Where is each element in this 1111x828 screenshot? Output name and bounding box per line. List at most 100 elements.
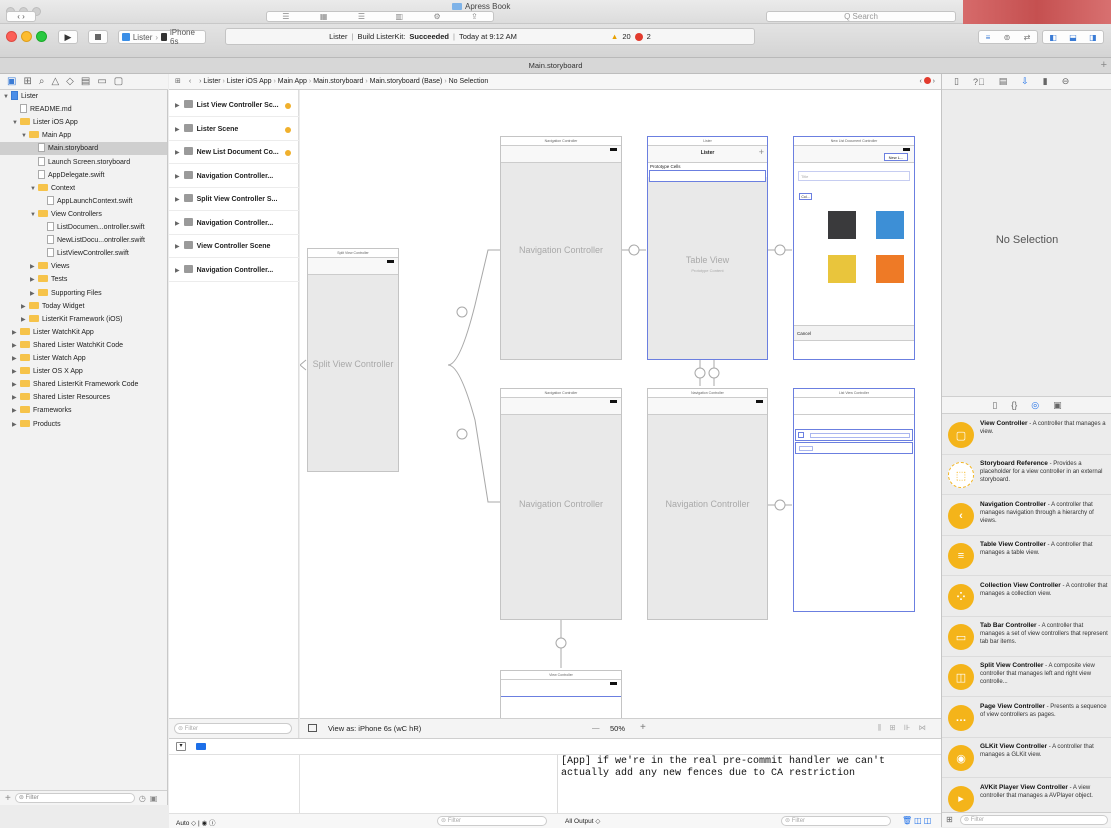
library-item[interactable]: ⬚ Storyboard Reference - Provides a place… xyxy=(942,455,1111,496)
library-item[interactable]: ▢ View Controller - A controller that man… xyxy=(942,415,1111,455)
file-tree-item[interactable]: ▼ Lister iOS App xyxy=(0,116,167,129)
library-item[interactable]: ‹ Navigation Controller - A controller th… xyxy=(942,495,1111,536)
outline-toggle-icon[interactable] xyxy=(308,724,317,732)
source-control-filter-icon[interactable]: ▣ xyxy=(150,794,158,803)
column-view-icon[interactable]: ▥ xyxy=(395,12,403,21)
file-tree-item[interactable]: ▶ Today Widget xyxy=(0,300,167,313)
library-item[interactable]: ◉ GLKit View Controller - A controller th… xyxy=(942,738,1111,779)
file-tree-item[interactable]: NewListDocu...ontroller.swift xyxy=(0,234,167,247)
outline-scene-item[interactable]: ▶ Lister Scene xyxy=(169,119,299,141)
warning-icon[interactable]: ▲ xyxy=(611,32,618,41)
file-tree-item[interactable]: README.md xyxy=(0,103,167,116)
gear-icon[interactable]: ⚙ xyxy=(433,12,440,21)
list-view-icon[interactable]: ☰ xyxy=(358,12,365,21)
find-navigator-icon[interactable]: ⌕ xyxy=(39,76,45,87)
all-output-selector[interactable]: All Output ◇ xyxy=(565,817,600,825)
disclosure-closed-icon[interactable]: ▶ xyxy=(175,103,180,109)
breadcrumb-item[interactable]: No Selection xyxy=(449,78,489,85)
navigation-controller-scene-middle[interactable]: Navigation Controller Navigation Control… xyxy=(500,388,622,620)
file-tree-item[interactable]: ▼ Lister xyxy=(0,90,167,103)
file-tree-item[interactable]: ▶ ListerKit Framework (iOS) xyxy=(0,313,167,326)
file-tree-item[interactable]: ▶ Supporting Files xyxy=(0,287,167,300)
zoom-in-button[interactable]: + xyxy=(640,722,646,733)
disclosure-closed-icon[interactable]: ▶ xyxy=(175,174,180,180)
file-tree-item[interactable]: AppLaunchContext.swift xyxy=(0,195,167,208)
disclosure-closed-icon[interactable]: ▶ xyxy=(175,127,180,133)
debug-navigator-icon[interactable]: ▤ xyxy=(81,76,90,87)
library-item[interactable]: ≡ Table View Controller - A controller th… xyxy=(942,536,1111,577)
library-item[interactable]: ▭ Tab Bar Controller - A controller that … xyxy=(942,617,1111,657)
panel-toggle-buttons[interactable]: ◧ ⬓ ◨ xyxy=(1042,30,1104,44)
outline-scene-item[interactable]: ▶ List View Controller Sc... xyxy=(169,95,299,117)
connections-inspector-icon[interactable]: ⊖ xyxy=(1062,76,1070,87)
file-tree-item[interactable]: ▶ Lister Watch App xyxy=(0,352,167,365)
view-mode-icon[interactable]: ☰ xyxy=(282,12,289,21)
console-filter-input[interactable]: ⊜ Filter xyxy=(781,816,891,826)
disclosure-closed-icon[interactable]: ▶ xyxy=(12,379,20,392)
segue-icon[interactable] xyxy=(694,367,706,379)
editor-mode-buttons[interactable]: ≡ ⊚ ⇄ xyxy=(978,30,1038,44)
library-item[interactable]: ◫ Split View Controller - A composite vie… xyxy=(942,657,1111,698)
issue-nav-buttons[interactable]: ‹ › xyxy=(919,74,935,90)
file-tree-item[interactable]: ▶ Tests xyxy=(0,273,167,286)
file-tree-item[interactable]: ▶ Shared Lister WatchKit Code xyxy=(0,339,167,352)
file-tree-item[interactable]: ▼ Context xyxy=(0,182,167,195)
disclosure-open-icon[interactable]: ▼ xyxy=(21,130,29,143)
disclosure-closed-icon[interactable]: ▶ xyxy=(12,366,20,379)
quick-help-icon[interactable]: ?⃝ xyxy=(973,77,985,87)
close-button[interactable] xyxy=(6,31,17,42)
segue-icon[interactable] xyxy=(456,428,468,440)
disclosure-open-icon[interactable]: ▼ xyxy=(30,183,38,196)
file-tree-item[interactable]: Main.storyboard xyxy=(0,142,167,156)
file-tree-item[interactable]: ▶ Frameworks xyxy=(0,404,167,417)
object-library-icon[interactable]: ◎ xyxy=(1031,400,1039,411)
finder-search-field[interactable]: Q Search xyxy=(766,11,956,22)
variables-filter-input[interactable]: ⊜ Filter xyxy=(437,816,547,826)
breadcrumb-item[interactable]: Main App xyxy=(278,78,307,85)
outline-scene-item[interactable]: ▶ Navigation Controller... xyxy=(169,166,299,188)
file-tree-item[interactable]: ▼ View Controllers xyxy=(0,208,167,221)
disclosure-closed-icon[interactable]: ▶ xyxy=(12,392,20,405)
back-forward-buttons[interactable]: ‹ › xyxy=(6,11,36,22)
auto-variables-selector[interactable]: Auto ◇ | ◉ ⓘ xyxy=(176,817,215,827)
list-item-cell[interactable] xyxy=(795,429,913,441)
report-navigator-icon[interactable]: ▢ xyxy=(114,76,123,87)
outline-scene-item[interactable]: ▶ Navigation Controller... xyxy=(169,260,299,282)
disclosure-closed-icon[interactable]: ▶ xyxy=(175,197,180,203)
segue-line[interactable] xyxy=(447,249,500,366)
disclosure-open-icon[interactable]: ▼ xyxy=(3,91,11,104)
error-icon[interactable] xyxy=(634,32,643,41)
share-icon[interactable]: ⇪ xyxy=(471,12,478,21)
zoom-out-button[interactable]: — xyxy=(592,723,600,732)
disclosure-closed-icon[interactable]: ▶ xyxy=(30,288,38,301)
project-navigator-icon[interactable]: ▣ xyxy=(7,76,16,87)
disclosure-closed-icon[interactable]: ▶ xyxy=(30,261,38,274)
version-editor-icon[interactable]: ⇄ xyxy=(1024,33,1031,42)
disclosure-closed-icon[interactable]: ▶ xyxy=(30,274,38,287)
file-tree-item[interactable]: ▶ Lister OS X App xyxy=(0,365,167,378)
navigator-toggle-icon[interactable]: ◧ xyxy=(1049,33,1057,42)
disclosure-closed-icon[interactable]: ▶ xyxy=(175,268,180,274)
issue-navigator-icon[interactable]: △ xyxy=(51,76,59,87)
outline-scene-item[interactable]: ▶ Split View Controller S... xyxy=(169,189,299,211)
file-tree-item[interactable]: AppDelegate.swift xyxy=(0,169,167,182)
disclosure-closed-icon[interactable]: ▶ xyxy=(175,221,180,227)
file-tree-item[interactable]: ▶ Products xyxy=(0,418,167,431)
file-template-library-icon[interactable]: ▯ xyxy=(992,400,997,411)
view-controller-scene[interactable]: View Controller xyxy=(500,670,622,718)
code-snippet-library-icon[interactable]: {} xyxy=(1011,400,1017,410)
file-tree-item[interactable]: ▶ Lister WatchKit App xyxy=(0,326,167,339)
identity-inspector-icon[interactable]: ▤ xyxy=(999,76,1008,87)
outline-scene-item[interactable]: ▶ View Controller Scene xyxy=(169,236,299,258)
disclosure-closed-icon[interactable]: ▶ xyxy=(21,301,29,314)
finder-toolbar-buttons[interactable]: ☰ ▦ ☰ ▥ ⚙ ⇪ xyxy=(266,11,494,22)
segue-line[interactable] xyxy=(447,364,500,503)
test-navigator-icon[interactable]: ◇ xyxy=(66,76,74,87)
disclosure-closed-icon[interactable]: ▶ xyxy=(12,405,20,418)
breakpoints-toggle-icon[interactable] xyxy=(196,743,206,750)
navigation-controller-scene-top[interactable]: Navigation Controller Navigation Control… xyxy=(500,136,622,360)
navigation-controller-scene-right[interactable]: Navigation Controller Navigation Control… xyxy=(647,388,768,620)
related-items-icon[interactable]: ⊞ xyxy=(175,78,181,85)
color-swatch-gray[interactable] xyxy=(828,211,856,239)
minimize-button[interactable] xyxy=(21,31,32,42)
